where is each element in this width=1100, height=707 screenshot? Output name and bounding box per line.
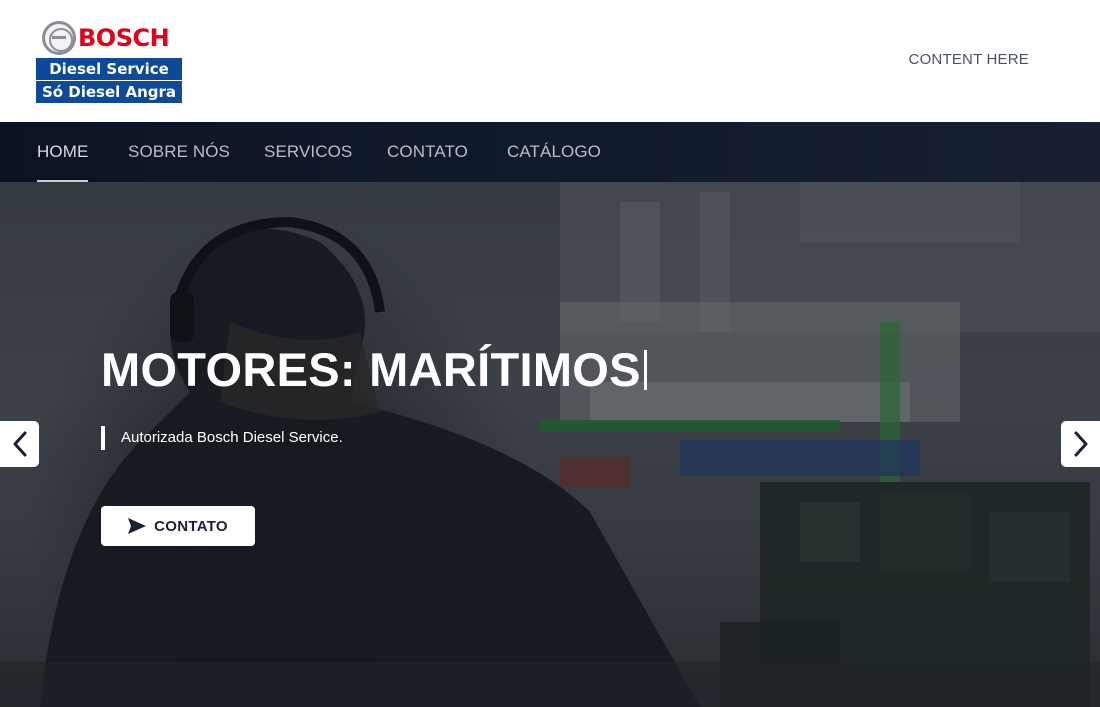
slider-next-button[interactable]	[1061, 421, 1100, 467]
hero-title: MOTORES: MARÍTIMOS	[101, 342, 647, 398]
slider-prev-button[interactable]	[0, 421, 39, 467]
nav-item-label: HOME	[37, 142, 89, 161]
bosch-armature-icon	[42, 21, 76, 55]
nav-item-label: SOBRE NÓS	[128, 142, 230, 161]
logo-wordmark: BOSCH	[78, 24, 170, 52]
logo-line-so-diesel-angra: Só Diesel Angra	[36, 81, 182, 103]
hero-subtitle: Autorizada Bosch Diesel Service.	[101, 426, 343, 450]
bosch-diesel-logo[interactable]: BOSCH Diesel Service Só Diesel Angra	[36, 19, 182, 103]
nav-item-sobre-nos[interactable]: SOBRE NÓS	[128, 122, 230, 182]
nav-item-servicos[interactable]: SERVICOS	[264, 122, 352, 182]
hero-title-text: MOTORES: MARÍTIMOS	[101, 343, 641, 396]
logo-line-diesel-service: Diesel Service	[36, 58, 182, 80]
nav-item-contato[interactable]: CONTATO	[387, 122, 468, 182]
nav-item-label: SERVICOS	[264, 142, 353, 161]
hero-slider: MOTORES: MARÍTIMOS Autorizada Bosch Dies…	[0, 182, 1100, 707]
typing-cursor	[643, 350, 647, 390]
hero-contato-button[interactable]: CONTATO	[101, 506, 255, 546]
send-icon	[128, 518, 147, 534]
main-nav: HOME SOBRE NÓS SERVICOS CONTATO CATÁLOGO	[0, 122, 1100, 182]
nav-item-label: CONTATO	[387, 142, 468, 161]
nav-item-home[interactable]: HOME	[37, 122, 89, 182]
hero-button-label: CONTATO	[154, 517, 228, 535]
chevron-right-icon	[1074, 431, 1087, 457]
nav-item-label: CATÁLOGO	[507, 142, 602, 161]
chevron-left-icon	[13, 431, 26, 457]
header-content-text: CONTENT HERE	[908, 51, 1029, 68]
site-header: BOSCH Diesel Service Só Diesel Angra CON…	[0, 0, 1100, 122]
logo-top-row: BOSCH	[36, 19, 182, 56]
nav-item-catalogo[interactable]: CATÁLOGO	[507, 122, 601, 182]
